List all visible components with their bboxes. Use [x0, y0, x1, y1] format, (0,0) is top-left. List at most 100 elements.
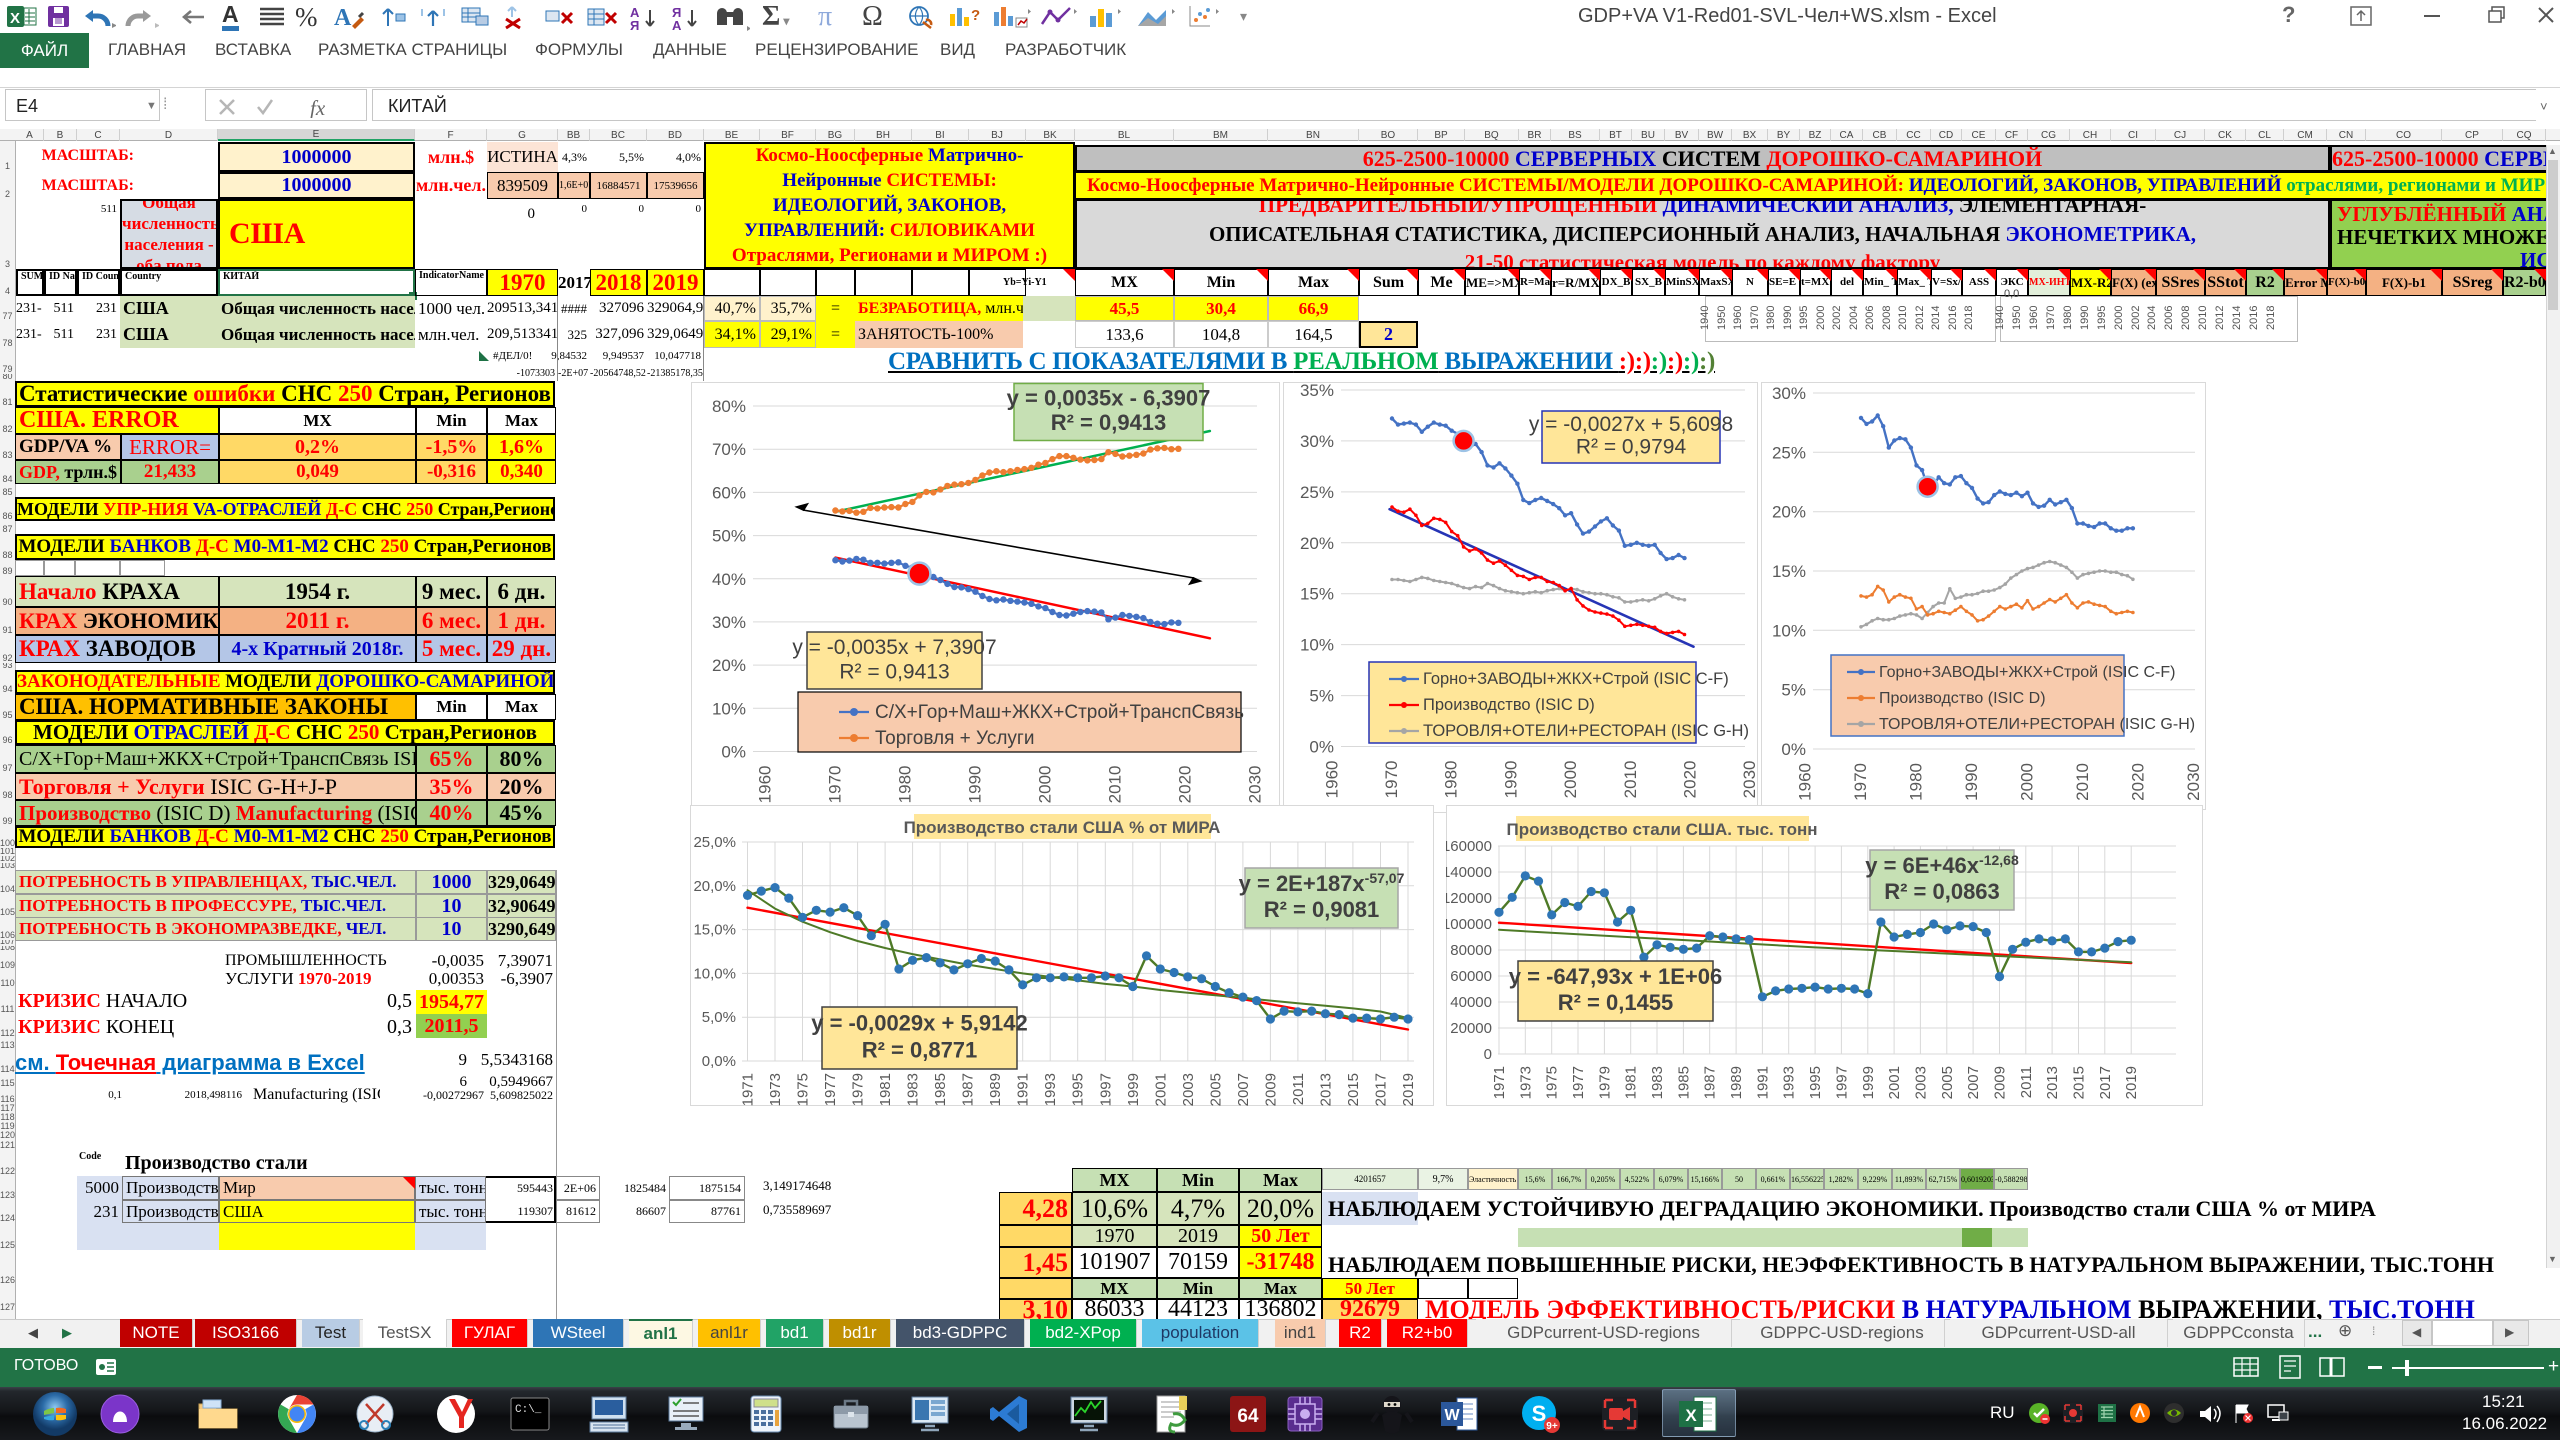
svg-text:15%: 15% — [1772, 562, 1806, 581]
svg-text:2030: 2030 — [2184, 763, 2203, 801]
svg-text:Торговля + Услуги: Торговля + Услуги — [875, 728, 1034, 749]
svg-text:20,0%: 20,0% — [693, 878, 736, 895]
svg-text:X: X — [10, 10, 20, 27]
svg-text:2010: 2010 — [1105, 766, 1124, 804]
svg-text:2009: 2009 — [1991, 1066, 2008, 1099]
svg-text:120000: 120000 — [1446, 890, 1492, 907]
svg-text:15,0%: 15,0% — [693, 922, 736, 939]
svg-text:А: А — [672, 18, 682, 31]
svg-text:1973: 1973 — [767, 1073, 784, 1106]
svg-text:1960: 1960 — [1796, 763, 1815, 801]
svg-text:ТОРОВЛЯ+ОТЕЛИ+РЕСТОРАН (ISIC G: ТОРОВЛЯ+ОТЕЛИ+РЕСТОРАН (ISIC G-H) — [1423, 722, 1749, 740]
svg-text:2013: 2013 — [1317, 1073, 1334, 1106]
svg-text:2017: 2017 — [1372, 1073, 1389, 1106]
svg-text:2020: 2020 — [1681, 761, 1700, 799]
svg-text:25%: 25% — [1772, 443, 1806, 462]
svg-text:1977: 1977 — [822, 1073, 839, 1106]
svg-text:1971: 1971 — [1491, 1066, 1508, 1099]
svg-text:1993: 1993 — [1781, 1066, 1798, 1099]
svg-text:30%: 30% — [1772, 384, 1806, 403]
svg-text:20%: 20% — [1772, 503, 1806, 522]
svg-text:2015: 2015 — [2070, 1066, 2087, 1099]
svg-text:R² = 0,9794: R² = 0,9794 — [1576, 436, 1687, 459]
svg-text:20000: 20000 — [1450, 1020, 1492, 1037]
svg-text:R² = 0,8771: R² = 0,8771 — [862, 1038, 978, 1063]
svg-text:5%: 5% — [1781, 681, 1806, 700]
svg-text:2003: 2003 — [1180, 1073, 1197, 1106]
svg-text:R² = 0,0863: R² = 0,0863 — [1884, 879, 2000, 904]
svg-text:1975: 1975 — [795, 1073, 812, 1106]
svg-text:1980: 1980 — [1442, 761, 1461, 799]
svg-text:2001: 2001 — [1152, 1073, 1169, 1106]
svg-text:y = -0,0029x + 5,9142: y = -0,0029x + 5,9142 — [811, 1011, 1028, 1036]
svg-text:160000: 160000 — [1446, 838, 1492, 855]
svg-text:1987: 1987 — [1702, 1066, 1719, 1099]
svg-text:1999: 1999 — [1125, 1073, 1142, 1106]
svg-text:0%: 0% — [1309, 738, 1334, 757]
svg-text:5,0%: 5,0% — [702, 1009, 736, 1026]
svg-text:1979: 1979 — [850, 1073, 867, 1106]
svg-text:2007: 2007 — [1235, 1073, 1252, 1106]
svg-text:2011: 2011 — [1290, 1073, 1307, 1105]
svg-text:100000: 100000 — [1446, 916, 1492, 933]
svg-text:2000: 2000 — [2018, 763, 2037, 801]
svg-text:2019: 2019 — [1400, 1073, 1417, 1106]
svg-text:W: W — [1444, 1407, 1460, 1424]
svg-text:10%: 10% — [712, 699, 746, 718]
svg-text:60%: 60% — [712, 483, 746, 502]
svg-text:1980: 1980 — [1907, 763, 1926, 801]
svg-text:40000: 40000 — [1450, 994, 1492, 1011]
svg-text:30%: 30% — [712, 613, 746, 632]
svg-text:1991: 1991 — [1015, 1073, 1032, 1106]
svg-text:2020: 2020 — [1175, 766, 1194, 804]
svg-text:y = -0,0035x + 7,3907: y = -0,0035x + 7,3907 — [792, 636, 996, 659]
svg-text:20%: 20% — [1300, 534, 1334, 553]
svg-text:Я: Я — [630, 18, 639, 31]
svg-text:2005: 2005 — [1939, 1066, 1956, 1099]
svg-text:2010: 2010 — [1621, 761, 1640, 799]
svg-text:2003: 2003 — [1912, 1066, 1929, 1099]
svg-text:1997: 1997 — [1097, 1073, 1114, 1106]
svg-text:1997: 1997 — [1833, 1066, 1850, 1099]
svg-text:1989: 1989 — [987, 1073, 1004, 1106]
svg-text:2009: 2009 — [1262, 1073, 1279, 1106]
svg-text:1983: 1983 — [1649, 1066, 1666, 1099]
svg-text:1995: 1995 — [1807, 1066, 1824, 1099]
svg-text:A: A — [334, 5, 352, 31]
svg-text:2019: 2019 — [2123, 1066, 2140, 1099]
svg-text:C:\_: C:\_ — [515, 1404, 542, 1416]
svg-text:25%: 25% — [1300, 483, 1334, 502]
svg-text:fx: fx — [310, 98, 326, 118]
svg-text:1979: 1979 — [1596, 1066, 1613, 1099]
svg-text:1980: 1980 — [895, 766, 914, 804]
svg-text:X: X — [1685, 1406, 1697, 1425]
svg-text:2011: 2011 — [2018, 1066, 2035, 1098]
svg-text:1960: 1960 — [1322, 761, 1341, 799]
svg-text:1973: 1973 — [1517, 1066, 1534, 1099]
svg-text:1983: 1983 — [905, 1073, 922, 1106]
svg-text:1990: 1990 — [965, 766, 984, 804]
svg-text:1970: 1970 — [1851, 763, 1870, 801]
svg-text:80000: 80000 — [1450, 942, 1492, 959]
svg-text:y = -647,93x + 1E+06: y = -647,93x + 1E+06 — [1509, 964, 1722, 989]
svg-text:50%: 50% — [712, 527, 746, 546]
svg-text:R² = 0,9413: R² = 0,9413 — [1051, 410, 1167, 435]
svg-text:60000: 60000 — [1450, 968, 1492, 985]
svg-text:30%: 30% — [1300, 432, 1334, 451]
svg-text:35%: 35% — [1300, 382, 1334, 400]
svg-text:2030: 2030 — [1245, 766, 1264, 804]
svg-text:64: 64 — [1237, 1406, 1259, 1427]
svg-text:S: S — [1532, 1401, 1547, 1426]
svg-text:Горно+ЗАВОДЫ+ЖКХ+Строй (ISIC C: Горно+ЗАВОДЫ+ЖКХ+Строй (ISIC C-F) — [1879, 664, 2175, 681]
svg-text:?: ? — [971, 7, 980, 24]
svg-text:1985: 1985 — [932, 1073, 949, 1106]
svg-text:0,0%: 0,0% — [702, 1053, 736, 1070]
svg-text:0: 0 — [1484, 1046, 1492, 1063]
svg-text:80%: 80% — [712, 397, 746, 416]
svg-text:2005: 2005 — [1207, 1073, 1224, 1106]
svg-text:1991: 1991 — [1754, 1066, 1771, 1099]
svg-text:Производство стали США % от МИ: Производство стали США % от МИРА — [904, 818, 1221, 837]
svg-text:1993: 1993 — [1042, 1073, 1059, 1106]
svg-text:2017: 2017 — [2097, 1066, 2114, 1099]
svg-text:1981: 1981 — [877, 1073, 894, 1106]
